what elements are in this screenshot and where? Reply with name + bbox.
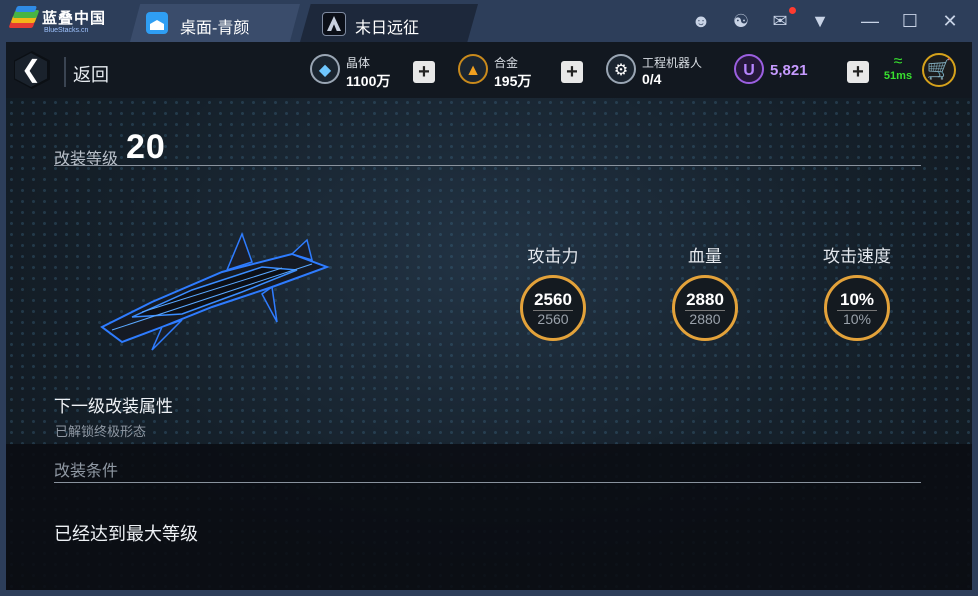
alloy-icon: ▲ (458, 54, 488, 84)
tab-game[interactable]: 末日远征 (300, 4, 478, 42)
home-icon (146, 12, 168, 34)
dropdown-icon[interactable]: ▼ (808, 9, 832, 33)
resource-value: 195万 (494, 73, 532, 89)
stat-label: 攻击力 (527, 247, 579, 266)
condition-message: 已经达到最大等级 (54, 524, 198, 544)
ship-image (100, 232, 330, 351)
divider (54, 482, 921, 483)
app-name: 蓝叠中国 (42, 10, 107, 27)
minimize-icon[interactable]: — (858, 9, 882, 33)
notification-dot (789, 7, 796, 14)
stat-health: 血量 2880 2880 (660, 242, 750, 341)
account-icon[interactable]: ☻ (689, 9, 713, 33)
maximize-icon[interactable]: ☐ (898, 9, 922, 33)
tab-label: 末日远征 (355, 20, 420, 37)
shop-cart-button[interactable]: 🛒 (922, 53, 956, 87)
game-viewport: ❮ 返回 ◆ 晶体 1100万 + ▲ 合金 195万 + ⚙ 工程机器人 0/… (6, 42, 972, 590)
divider (64, 57, 66, 87)
stat-next: 2880 (689, 311, 721, 327)
resource-value: 1100万 (346, 73, 391, 89)
back-label[interactable]: 返回 (73, 61, 109, 87)
stat-label: 血量 (688, 247, 722, 266)
divider (54, 165, 921, 166)
window-frame-right (972, 42, 978, 596)
stat-ring: 10% 10% (824, 275, 890, 341)
stat-attack: 攻击力 2560 2560 (508, 242, 598, 341)
emulator-titlebar: 蓝叠中国 BlueStacks.cn 桌面-青颜 末日远征 ☻ ☯ ✉ ▼ — … (0, 0, 978, 42)
window-frame-bottom (0, 590, 978, 596)
wifi-icon: ≈ (893, 53, 903, 70)
app-subname: BlueStacks.cn (44, 27, 89, 34)
stat-current: 10% (839, 290, 875, 309)
condition-title: 改装条件 (54, 463, 119, 480)
resource-name: 合金 (494, 56, 519, 70)
add-alloy-button[interactable]: + (561, 61, 583, 83)
bluestacks-logo-icon[interactable] (8, 6, 40, 34)
stat-label: 攻击速度 (823, 247, 891, 266)
stat-current: 2560 (534, 290, 572, 309)
ping-value: 51ms (883, 70, 913, 82)
level-value: 20 (126, 128, 166, 166)
next-level-desc: 已解锁终极形态 (55, 424, 147, 439)
resource-name: 工程机器人 (642, 56, 703, 70)
game-top-bar: ❮ 返回 ◆ 晶体 1100万 + ▲ 合金 195万 + ⚙ 工程机器人 0/… (6, 42, 972, 98)
mail-icon[interactable]: ✉ (768, 9, 792, 33)
crystal-icon: ◆ (310, 54, 340, 84)
network-status: ≈ 51ms (878, 54, 918, 90)
stat-next: 2560 (537, 311, 569, 327)
stat-current: 2880 (686, 290, 724, 309)
close-icon[interactable]: ✕ (938, 9, 962, 33)
stat-ring: 2560 2560 (520, 275, 586, 341)
game-icon (322, 12, 346, 36)
robot-icon: ⚙ (606, 54, 636, 84)
stat-next: 10% (842, 311, 872, 327)
shirt-icon[interactable]: ☯ (729, 9, 753, 33)
resource-name: 晶体 (346, 56, 371, 70)
condition-panel (6, 444, 972, 590)
tab-desktop[interactable]: 桌面-青颜 (130, 4, 300, 42)
stat-attack-speed: 攻击速度 10% 10% (812, 242, 902, 341)
tab-label: 桌面-青颜 (180, 20, 250, 37)
stat-ring: 2880 2880 (672, 275, 738, 341)
resource-value: 0/4 (642, 71, 662, 87)
add-crystal-button[interactable]: + (413, 61, 435, 83)
u-currency-icon: U (734, 54, 764, 84)
next-level-title: 下一级改装属性 (54, 397, 173, 416)
resource-value: 5,821 (770, 62, 808, 79)
add-u-currency-button[interactable]: + (847, 61, 869, 83)
